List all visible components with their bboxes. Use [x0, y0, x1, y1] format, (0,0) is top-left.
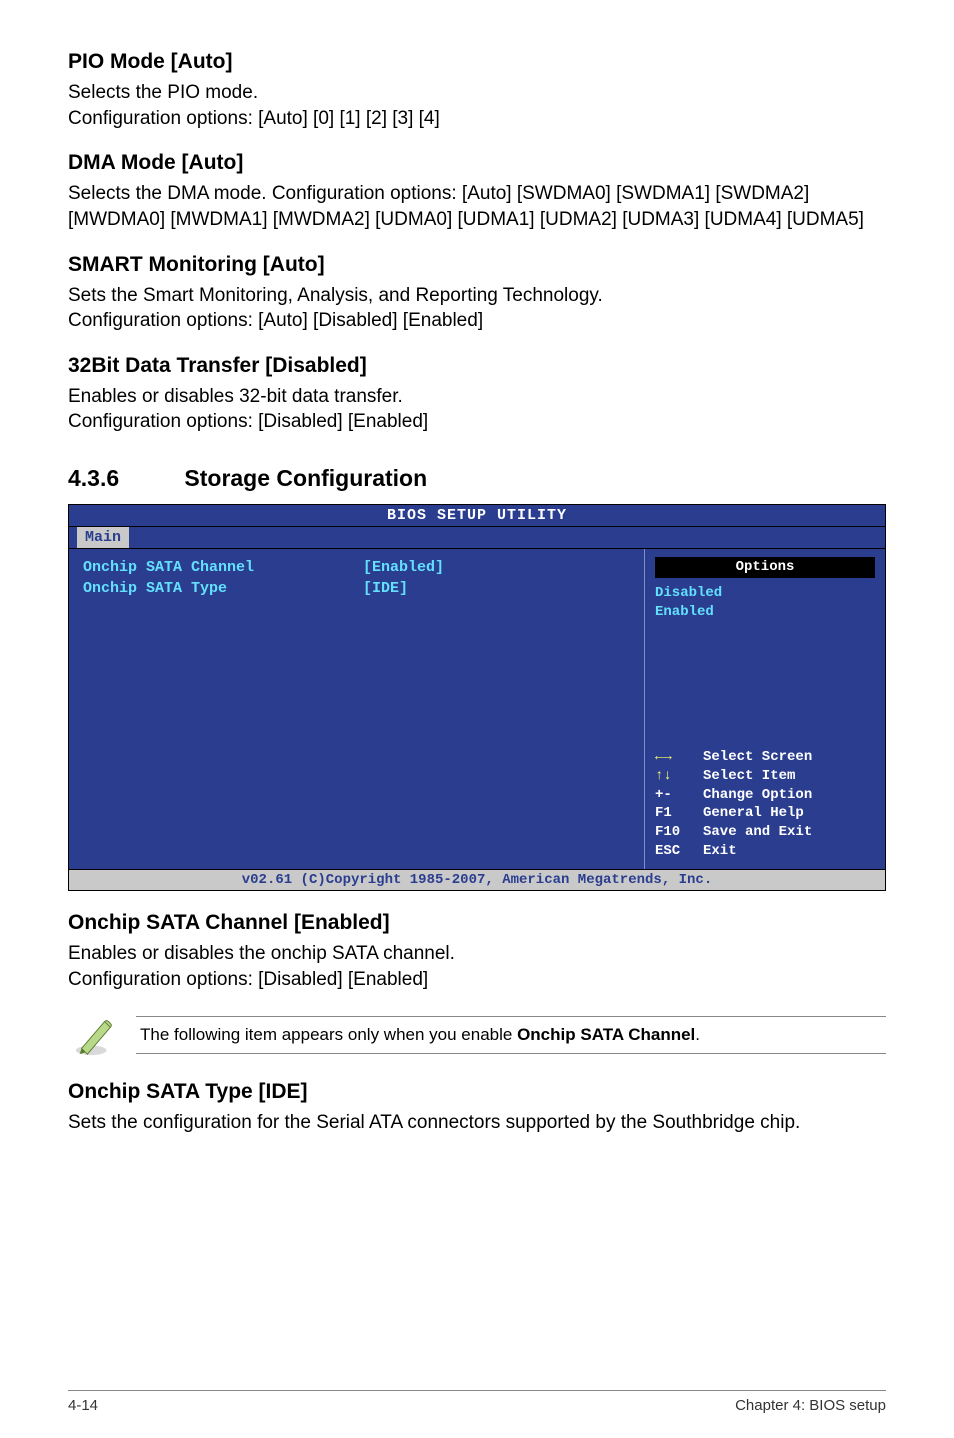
section-number: 4.3.6 [68, 465, 178, 492]
body-onchip-channel: Enables or disables the onchip SATA chan… [68, 941, 886, 992]
bios-right-pane: Options Disabled Enabled ←→ Select Scree… [645, 549, 885, 869]
bios-header: BIOS SETUP UTILITY [69, 505, 885, 527]
section-pio: PIO Mode [Auto] Selects the PIO mode. Co… [68, 50, 886, 131]
body-smart: Sets the Smart Monitoring, Analysis, and… [68, 283, 886, 334]
heading-pio: PIO Mode [Auto] [68, 50, 886, 74]
bios-panel: BIOS SETUP UTILITY Main Onchip SATA Chan… [68, 504, 886, 891]
nav-hints: ←→ Select Screen ↑↓ Select Item +- Chang… [655, 748, 875, 861]
hint-row: ←→ Select Screen [655, 748, 875, 767]
option-item[interactable]: Disabled [655, 584, 875, 603]
bios-setting-row[interactable]: Onchip SATA Channel [Enabled] [83, 557, 630, 578]
bios-tab-row: Main [69, 527, 885, 549]
page-number: 4-14 [68, 1397, 98, 1414]
hint-desc: Save and Exit [703, 823, 812, 842]
body-onchip-type: Sets the configuration for the Serial AT… [68, 1110, 886, 1136]
body-dma: Selects the DMA mode. Configuration opti… [68, 181, 886, 232]
section-onchip-channel: Onchip SATA Channel [Enabled] Enables or… [68, 911, 886, 992]
bios-setting-label: Onchip SATA Channel [83, 557, 363, 578]
hint-row: +- Change Option [655, 786, 875, 805]
spacer [655, 622, 875, 728]
heading-onchip-type: Onchip SATA Type [IDE] [68, 1080, 886, 1104]
hint-desc: General Help [703, 804, 804, 823]
hint-desc: Change Option [703, 786, 812, 805]
section-smart: SMART Monitoring [Auto] Sets the Smart M… [68, 253, 886, 334]
page-footer: 4-14 Chapter 4: BIOS setup [68, 1390, 886, 1414]
heading-32bit: 32Bit Data Transfer [Disabled] [68, 354, 886, 378]
section-title-text: Storage Configuration [184, 465, 427, 491]
note-row: The following item appears only when you… [72, 1012, 886, 1058]
bios-footer: v02.61 (C)Copyright 1985-2007, American … [69, 869, 885, 890]
heading-smart: SMART Monitoring [Auto] [68, 253, 886, 277]
options-header: Options [655, 557, 875, 578]
chapter-label: Chapter 4: BIOS setup [735, 1397, 886, 1414]
option-item[interactable]: Enabled [655, 603, 875, 622]
heading-storage-configuration: 4.3.6 Storage Configuration [68, 465, 886, 492]
bios-setting-label: Onchip SATA Type [83, 578, 363, 599]
hint-row: ↑↓ Select Item [655, 767, 875, 786]
hint-desc: Exit [703, 842, 737, 861]
note-prefix: The following item appears only when you… [140, 1025, 517, 1044]
hint-row: F10 Save and Exit [655, 823, 875, 842]
hint-key: F10 [655, 823, 703, 842]
hint-key: ESC [655, 842, 703, 861]
hint-desc: Select Item [703, 767, 795, 786]
hint-row: F1 General Help [655, 804, 875, 823]
section-32bit: 32Bit Data Transfer [Disabled] Enables o… [68, 354, 886, 435]
hint-key: F1 [655, 804, 703, 823]
section-dma: DMA Mode [Auto] Selects the DMA mode. Co… [68, 151, 886, 232]
hint-key: ←→ [655, 748, 703, 767]
bios-left-pane: Onchip SATA Channel [Enabled] Onchip SAT… [69, 549, 645, 869]
bios-body: Onchip SATA Channel [Enabled] Onchip SAT… [69, 549, 885, 869]
hint-key: +- [655, 786, 703, 805]
heading-onchip-channel: Onchip SATA Channel [Enabled] [68, 911, 886, 935]
bios-setting-value: [Enabled] [363, 557, 444, 578]
note-bold: Onchip SATA Channel [517, 1025, 695, 1044]
hint-row: ESC Exit [655, 842, 875, 861]
bios-setting-value: [IDE] [363, 578, 408, 599]
hint-desc: Select Screen [703, 748, 812, 767]
section-onchip-type: Onchip SATA Type [IDE] Sets the configur… [68, 1080, 886, 1136]
note-suffix: . [695, 1025, 700, 1044]
hint-key: ↑↓ [655, 767, 703, 786]
pen-icon [72, 1012, 118, 1058]
heading-dma: DMA Mode [Auto] [68, 151, 886, 175]
body-32bit: Enables or disables 32-bit data transfer… [68, 384, 886, 435]
note-body: The following item appears only when you… [136, 1016, 886, 1054]
bios-tab-main[interactable]: Main [77, 527, 129, 548]
bios-setting-row[interactable]: Onchip SATA Type [IDE] [83, 578, 630, 599]
options-list: Disabled Enabled [655, 584, 875, 622]
body-pio: Selects the PIO mode. Configuration opti… [68, 80, 886, 131]
